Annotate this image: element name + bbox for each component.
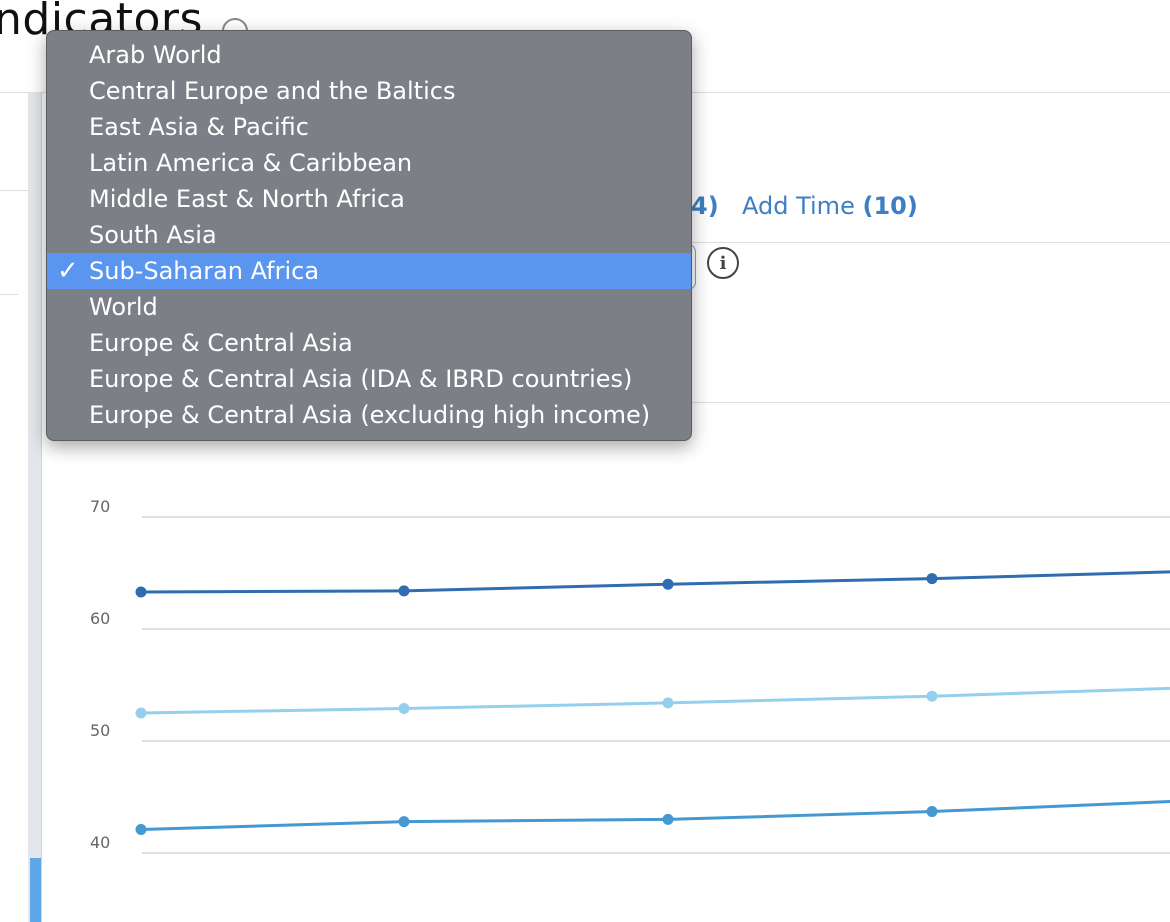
dropdown-option[interactable]: Central Europe and the Baltics [47,73,691,109]
dropdown-option[interactable]: Europe & Central Asia [47,325,691,361]
dropdown-option-label: South Asia [89,221,217,249]
series-line [140,799,1170,831]
dropdown-option-label: Central Europe and the Baltics [89,77,456,105]
data-point[interactable] [398,816,410,828]
dropdown-option-label: Europe & Central Asia (IDA & IBRD countr… [89,365,633,393]
data-point[interactable] [135,823,147,835]
series-line [140,686,1170,715]
dropdown-option[interactable]: ✓ Sub-Saharan Africa [47,253,691,289]
dropdown-option[interactable]: South Asia [47,217,691,253]
dropdown-option-label: Europe & Central Asia [89,329,353,357]
data-point[interactable] [662,578,674,590]
y-tick-label: 40 [90,833,110,852]
data-point[interactable] [398,585,410,597]
dropdown-option-label: East Asia & Pacific [89,113,309,141]
y-tick-label: 60 [90,609,110,628]
data-point[interactable] [135,586,147,598]
data-point[interactable] [926,690,938,702]
data-point[interactable] [398,703,410,715]
dropdown-option[interactable]: Arab World [47,37,691,73]
y-tick-label: 70 [90,497,110,516]
data-point[interactable] [926,573,938,585]
dropdown-option[interactable]: Europe & Central Asia (IDA & IBRD countr… [47,361,691,397]
dropdown-option[interactable]: Latin America & Caribbean [47,145,691,181]
dropdown-option[interactable]: Middle East & North Africa [47,181,691,217]
dropdown-option[interactable]: Europe & Central Asia (excluding high in… [47,397,691,433]
dropdown-option-label: Europe & Central Asia (excluding high in… [89,401,651,429]
dropdown-option-label: Latin America & Caribbean [89,149,413,177]
dropdown-option-label: Middle East & North Africa [89,185,405,213]
data-point[interactable] [926,806,938,818]
dropdown-option[interactable]: World [47,289,691,325]
data-point[interactable] [662,697,674,709]
checkmark-icon: ✓ [57,256,79,286]
y-tick-label: 50 [90,721,110,740]
dropdown-option-label: World [89,293,158,321]
data-point[interactable] [662,813,674,825]
dropdown-option-label: Arab World [89,41,222,69]
region-dropdown-menu[interactable]: Arab World Central Europe and the Baltics… [46,30,692,441]
data-point[interactable] [135,707,147,719]
dropdown-option-label: Sub-Saharan Africa [89,257,320,285]
series-line [140,570,1170,594]
dropdown-option[interactable]: East Asia & Pacific [47,109,691,145]
